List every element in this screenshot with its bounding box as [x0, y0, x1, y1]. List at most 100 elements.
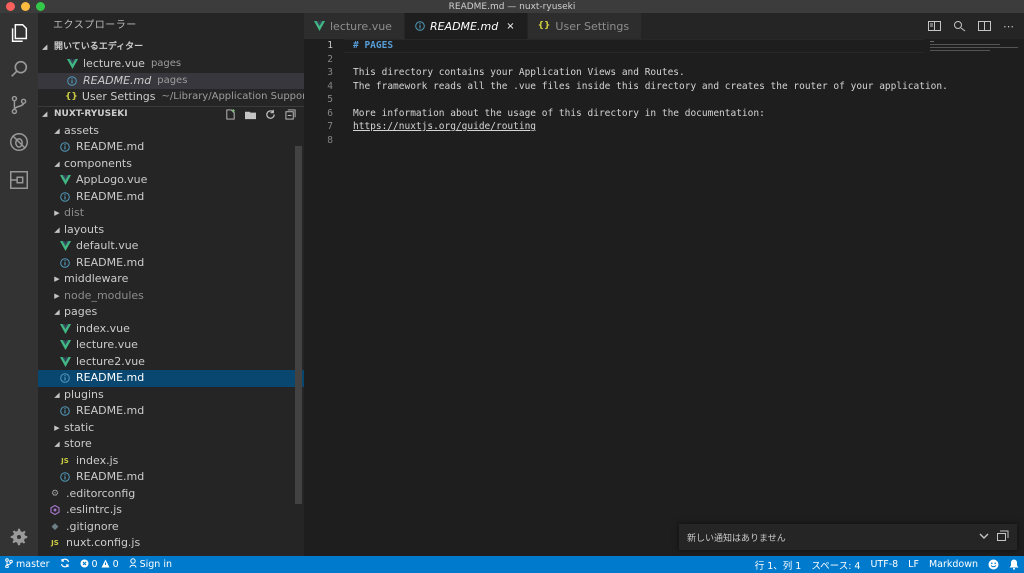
tree-folder[interactable]: ◢ assets	[38, 123, 304, 140]
tree-file[interactable]: AppLogo.vue	[38, 172, 304, 189]
open-editor-item[interactable]: README.md pages	[38, 72, 304, 89]
language-mode[interactable]: Markdown	[924, 559, 983, 570]
sign-in-button[interactable]: Sign in	[124, 558, 177, 571]
tree-label: default.vue	[76, 239, 139, 252]
tree-folder[interactable]: ▶ static	[38, 420, 304, 437]
sync-button[interactable]	[55, 558, 75, 571]
tree-file[interactable]: ⚙ .editorconfig	[38, 486, 304, 503]
debug-icon[interactable]	[7, 130, 31, 154]
tab-label: User Settings	[555, 19, 630, 33]
open-editor-item[interactable]: {} User Settings ~/Library/Application Sup…	[38, 89, 304, 106]
new-file-icon[interactable]	[224, 109, 236, 121]
chevron-right-icon: ▶	[54, 291, 60, 300]
gear-icon: ⚙	[50, 488, 60, 499]
code-line: 4 The framework reads all the .vue files …	[304, 80, 1024, 94]
tree-label: middleware	[64, 272, 129, 285]
tree-folder[interactable]: ◢ components	[38, 156, 304, 173]
info-icon	[58, 257, 72, 268]
chevron-right-icon: ▶	[54, 209, 60, 217]
tree-label: index.js	[76, 453, 119, 467]
minimize-window-button[interactable]	[21, 2, 30, 11]
compare-icon[interactable]	[953, 20, 966, 32]
open-preview-icon[interactable]	[928, 20, 941, 32]
tree-label: layouts	[64, 222, 105, 236]
editor-tab[interactable]: README.md ×	[404, 13, 528, 39]
git-icon: ◆	[51, 521, 59, 532]
tree-file[interactable]: README.md	[38, 255, 304, 272]
clear-all-notifications-icon[interactable]	[997, 530, 1009, 544]
source-control-icon[interactable]	[7, 93, 31, 117]
sidebar-title: エクスプローラー	[53, 20, 137, 31]
eol-status[interactable]: LF	[903, 559, 924, 570]
editor-area[interactable]: 1 # PAGES 2 3 This directory contains your A…	[304, 39, 1024, 556]
explorer-icon[interactable]	[7, 21, 31, 45]
search-icon[interactable]	[7, 57, 31, 81]
tree-file[interactable]: lecture2.vue	[38, 354, 304, 371]
tree-folder[interactable]: ◢ layouts	[38, 222, 304, 239]
line-number: 2	[327, 53, 333, 65]
tree-file[interactable]: README.md	[38, 469, 304, 486]
editor-tab[interactable]: lecture.vue	[304, 13, 405, 39]
tree-file[interactable]: JS nuxt.config.js	[38, 535, 304, 552]
tree-label: README.md	[76, 470, 145, 483]
tree-folder[interactable]: ◢ pages	[38, 304, 304, 321]
tree-folder[interactable]: ▶ node_modules	[38, 288, 304, 305]
tree-label: store	[64, 437, 92, 450]
tree-file[interactable]: lecture.vue	[38, 337, 304, 354]
open-editor-name: README.md	[83, 73, 152, 87]
tree-file[interactable]: README.md	[38, 139, 304, 156]
line-number: 8	[327, 134, 333, 146]
error-icon	[80, 559, 89, 571]
collapse-all-icon[interactable]	[284, 109, 296, 121]
tab-label: lecture.vue	[330, 19, 392, 33]
tree-file[interactable]: .eslintrc.js	[38, 502, 304, 519]
tree-folder[interactable]: ◢ store	[38, 436, 304, 453]
code-line: 1 # PAGES	[304, 39, 1024, 53]
info-icon	[58, 142, 72, 153]
file-tree: ◢ assets README.md ◢ components AppLogo.vue RE…	[38, 123, 304, 552]
tree-folder[interactable]: ▶ middleware	[38, 271, 304, 288]
close-window-button[interactable]	[6, 2, 15, 11]
tree-file[interactable]: README.md	[38, 189, 304, 206]
notification-bell-icon[interactable]	[1004, 559, 1024, 570]
js-icon: JS	[61, 456, 69, 465]
project-label: NUXT-RYUSEKI	[54, 109, 128, 119]
chevron-down-icon: ◢	[54, 440, 60, 448]
new-folder-icon[interactable]	[244, 109, 256, 121]
maximize-window-button[interactable]	[36, 2, 45, 11]
sidebar-scrollbar[interactable]	[295, 146, 302, 504]
tab-label: README.md	[429, 19, 499, 33]
settings-gear-icon[interactable]	[7, 525, 31, 549]
split-editor-icon[interactable]	[978, 20, 991, 32]
minimap[interactable]	[930, 41, 1018, 61]
cursor-position[interactable]: 行 1、列 1	[750, 558, 807, 572]
problems-status[interactable]: 0 0	[75, 559, 124, 571]
tree-folder[interactable]: ▶ dist	[38, 205, 304, 222]
branch-status[interactable]: master	[0, 558, 55, 571]
feedback-smiley-icon[interactable]	[983, 559, 1004, 570]
open-editors-header[interactable]: ◢ 開いているエディター	[38, 39, 304, 56]
tree-file[interactable]: JS index.js	[38, 453, 304, 470]
tree-label: lecture2.vue	[76, 354, 145, 368]
more-actions-icon[interactable]: ⋯	[1003, 20, 1014, 33]
open-editor-item[interactable]: lecture.vue pages	[38, 56, 304, 73]
tree-label: components	[64, 156, 132, 170]
line-number: 1	[327, 40, 333, 51]
js-icon: JS	[51, 539, 59, 547]
tree-file[interactable]: index.vue	[38, 321, 304, 338]
tree-file[interactable]: default.vue	[38, 238, 304, 255]
tree-file[interactable]: ◆ .gitignore	[38, 519, 304, 536]
tree-folder[interactable]: ◢ plugins	[38, 387, 304, 404]
indentation-status[interactable]: スペース: 4	[806, 558, 865, 572]
editor-tab[interactable]: {} User Settings	[527, 13, 643, 39]
tree-file[interactable]: README.md	[38, 403, 304, 420]
close-tab-icon[interactable]: ×	[506, 21, 514, 32]
project-header[interactable]: ◢ NUXT-RYUSEKI	[38, 105, 304, 123]
refresh-icon[interactable]	[264, 109, 276, 121]
tree-label: nuxt.config.js	[66, 536, 141, 549]
chevron-down-icon[interactable]	[979, 532, 989, 543]
chevron-down-icon: ◢	[54, 225, 60, 234]
extensions-icon[interactable]	[7, 168, 31, 192]
tree-file[interactable]: README.md	[38, 370, 304, 387]
encoding-status[interactable]: UTF-8	[865, 559, 903, 570]
